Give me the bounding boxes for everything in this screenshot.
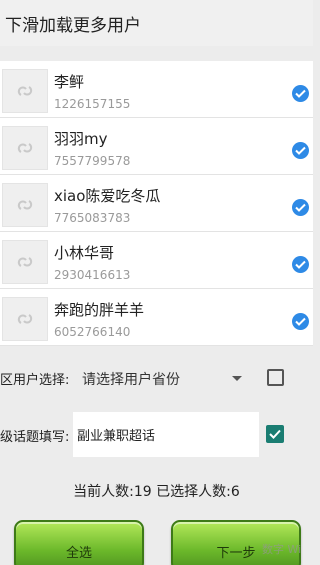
chevron-down-icon[interactable] [232, 376, 242, 381]
avatar-placeholder-icon [2, 69, 48, 113]
user-name: 羽羽my [54, 130, 108, 148]
check-circle-icon[interactable] [292, 142, 309, 159]
select-all-button[interactable]: 全选 [14, 520, 144, 565]
avatar-placeholder-icon [2, 240, 48, 284]
region-checkbox[interactable] [267, 369, 284, 386]
check-circle-icon[interactable] [292, 199, 309, 216]
list-item[interactable]: 羽羽my 7557799578 [0, 118, 313, 175]
user-name: 李鲆 [54, 73, 85, 91]
list-item[interactable]: 李鲆 1226157155 [0, 61, 313, 118]
province-select[interactable]: 请选择用户省份 [80, 366, 250, 392]
user-id: 2930416613 [54, 268, 131, 282]
user-list[interactable]: 李鲆 1226157155 羽羽my 7557799578 xiao陈爱吃冬瓜 … [0, 61, 313, 346]
app-header: 下滑加载更多用户 [0, 0, 313, 46]
user-name: 小林华哥 [54, 244, 115, 262]
check-circle-icon[interactable] [292, 85, 309, 102]
topic-checkbox[interactable] [266, 425, 284, 443]
list-item[interactable]: xiao陈爱吃冬瓜 7765083783 [0, 175, 313, 232]
watermark: 数字 Wi [262, 543, 302, 556]
counts-summary: 当前人数:19 已选择人数:6 [0, 481, 313, 501]
user-id: 6052766140 [54, 325, 131, 339]
avatar-placeholder-icon [2, 183, 48, 227]
selected-count-label: 已选择人数: [156, 484, 231, 500]
user-id: 1226157155 [54, 97, 131, 111]
topic-label: 级话题填写: [0, 430, 70, 445]
check-circle-icon[interactable] [292, 256, 309, 273]
topic-input[interactable] [73, 412, 259, 457]
user-id: 7765083783 [54, 211, 131, 225]
select-all-label: 全选 [65, 546, 92, 561]
avatar-placeholder-icon [2, 297, 48, 341]
province-select-value: 请选择用户省份 [82, 372, 180, 388]
check-circle-icon[interactable] [292, 313, 309, 330]
avatar-placeholder-icon [2, 126, 48, 170]
current-count-value: 19 [133, 484, 152, 500]
current-count-label: 当前人数: [73, 484, 134, 500]
selected-count-value: 6 [230, 484, 240, 500]
user-name: 奔跑的胖羊羊 [54, 301, 145, 319]
page-title: 下滑加载更多用户 [5, 16, 141, 36]
list-item[interactable]: 奔跑的胖羊羊 6052766140 [0, 289, 313, 346]
user-name: xiao陈爱吃冬瓜 [54, 187, 161, 205]
region-label: 区用户选择: [0, 373, 70, 388]
list-item[interactable]: 小林华哥 2930416613 [0, 232, 313, 289]
user-id: 7557799578 [54, 154, 131, 168]
